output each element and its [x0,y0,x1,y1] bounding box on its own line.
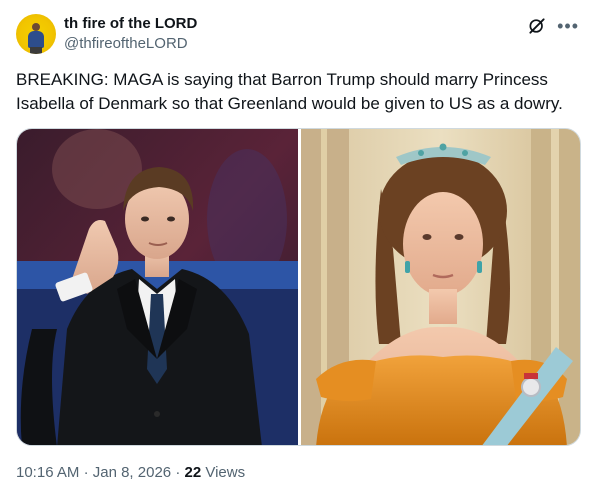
media-grid [16,128,581,446]
display-name[interactable]: th fire of the LORD [64,14,197,34]
photo-right[interactable] [301,129,580,445]
meta-separator: · [83,464,89,481]
views-count[interactable]: 22 [184,464,201,481]
photo-left[interactable] [17,129,298,445]
avatar-figure-body [28,31,44,48]
photo-man-suit [17,129,298,445]
header-actions: ••• [527,16,579,36]
views-label: Views [205,464,246,481]
user-handle[interactable]: @thfireoftheLORD [64,34,197,54]
tweet-time[interactable]: 10:16 AM [16,464,79,481]
tweet-date[interactable]: Jan 8, 2026 [93,464,171,481]
meta-separator: · [175,464,181,481]
author-names: th fire of the LORD @thfireoftheLORD [64,14,197,54]
tweet-header: th fire of the LORD @thfireoftheLORD ••• [16,12,581,54]
grok-icon[interactable] [527,16,547,36]
photo-woman-gown [301,129,580,445]
tweet-text: BREAKING: MAGA is saying that Barron Tru… [16,70,563,113]
tweet-meta: 10:16 AM · Jan 8, 2026 · 22 Views [16,463,245,483]
avatar[interactable] [16,14,56,54]
avatar-figure-legs [30,47,42,54]
more-options-icon[interactable]: ••• [557,17,579,35]
avatar-figure-head [32,23,40,31]
